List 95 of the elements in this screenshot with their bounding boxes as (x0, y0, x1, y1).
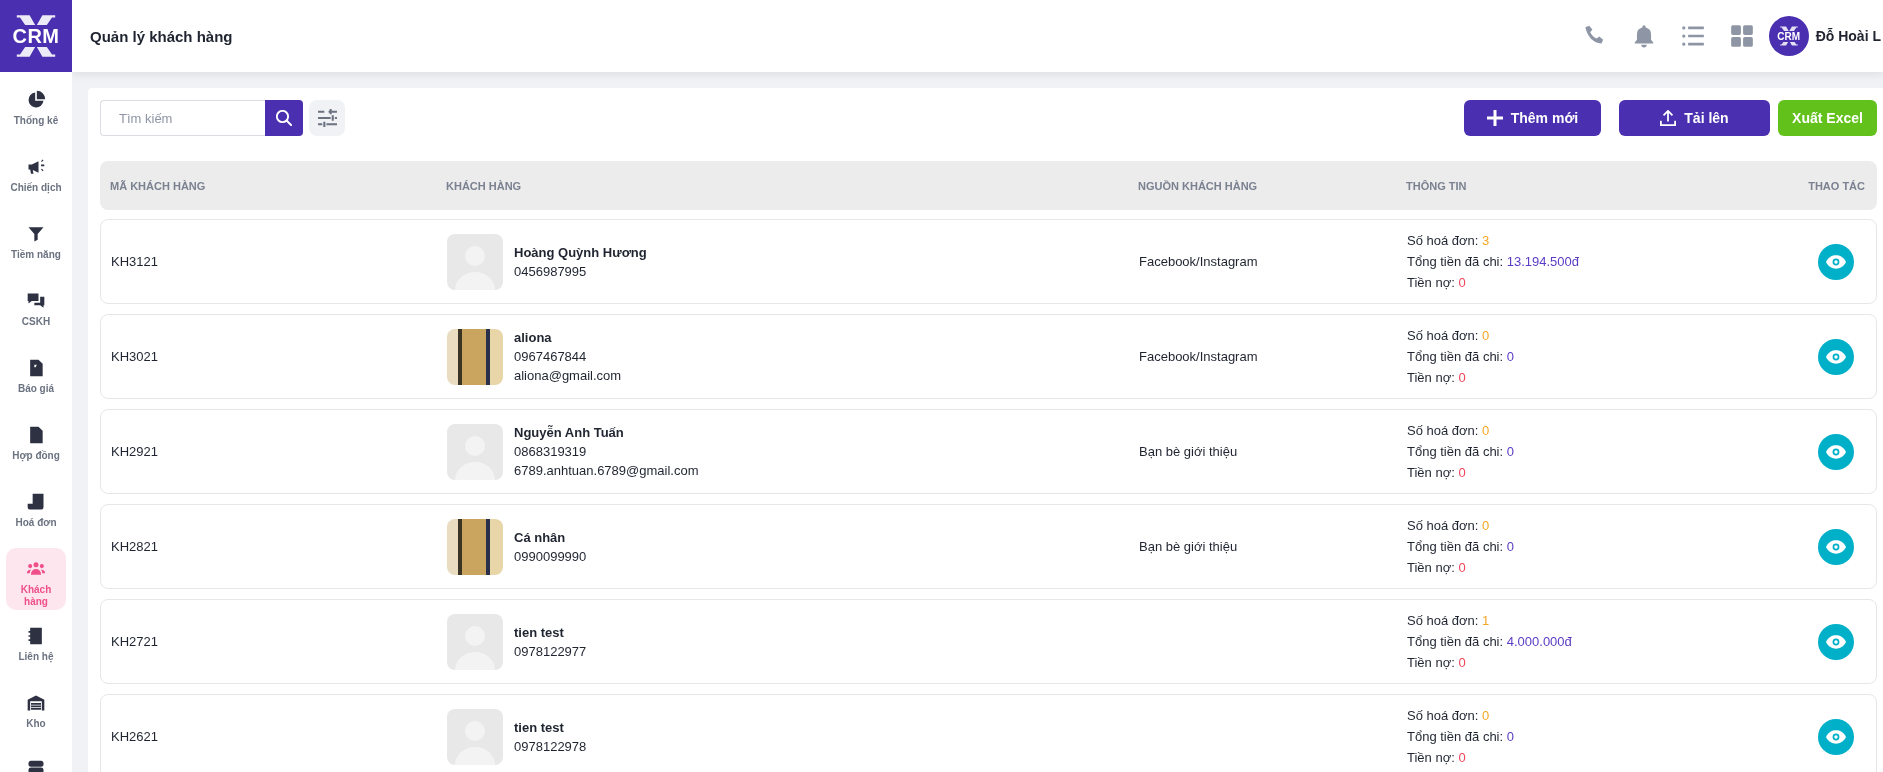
debt-amount: Tiền nợ: 0 (1407, 654, 1467, 672)
customer-phone: 0967467844 (514, 349, 588, 364)
total-spent: Tổng tiền đã chi: 0 (1407, 443, 1515, 461)
invoice-count: Số hoá đơn: 0 (1407, 327, 1491, 345)
eye-icon (1826, 444, 1846, 459)
customer-code: KH2721 (111, 634, 159, 649)
invoice-count: Số hoá đơn: 1 (1407, 612, 1491, 630)
customer-row[interactable]: KH2621 tien test 0978122978 Số hoá đơn: 0 Tổng tiền đã chi: 0 Tiền nợ: 0 (100, 694, 1877, 772)
sliders-icon (317, 108, 337, 128)
invoice-count: Số hoá đơn: 0 (1407, 707, 1491, 725)
user-name[interactable]: Đỗ Hoài L (1815, 28, 1883, 44)
customer-email: 6789.anhtuan.6789@gmail.com (514, 463, 699, 478)
customer-email: aliona@gmail.com (514, 368, 622, 383)
customer-source: Facebook/Instagram (1139, 349, 1258, 364)
customer-phone: 0978122977 (514, 643, 587, 659)
filter-icon (26, 224, 46, 244)
customer-source: Bạn bè giới thiệu (1139, 444, 1238, 459)
invoice-count: Số hoá đơn: 0 (1407, 422, 1491, 440)
debt-amount: Tiền nợ: 0 (1407, 369, 1467, 387)
view-button[interactable] (1818, 433, 1854, 470)
sidebar-item[interactable]: Kho (6, 682, 66, 744)
sidebar-item[interactable]: Hoá đơn (6, 481, 66, 543)
sidebar-item[interactable]: CSKH (6, 280, 66, 342)
view-button[interactable] (1818, 528, 1854, 565)
upload-icon (1660, 110, 1677, 126)
pie-chart-icon (26, 90, 46, 110)
customer-code: KH2821 (111, 539, 159, 554)
view-button[interactable] (1818, 338, 1854, 375)
customer-phone: 0456987995 (514, 263, 588, 279)
customer-code: KH2921 (111, 444, 159, 459)
view-button[interactable] (1818, 718, 1854, 755)
total-spent: Tổng tiền đã chi: 0 (1407, 348, 1515, 366)
sidebar-item[interactable]: Báo giá (6, 347, 66, 409)
column-header: NGUỒN KHÁCH HÀNG (1138, 179, 1259, 192)
debt-amount: Tiền nợ: 0 (1407, 749, 1467, 767)
total-spent: Tổng tiền đã chi: 0 (1407, 728, 1515, 746)
eye-icon (1826, 349, 1846, 364)
column-header: THÔNG TIN (1406, 179, 1468, 192)
customer-name: Cá nhân (514, 529, 567, 545)
sidebar-item[interactable]: Hợp đồng (6, 414, 66, 476)
total-spent: Tổng tiền đã chi: 13.194.500đ (1407, 253, 1581, 271)
list-icon[interactable] (1679, 23, 1706, 49)
eye-icon (1826, 539, 1846, 554)
view-button[interactable] (1818, 623, 1854, 660)
customer-name: Nguyễn Anh Tuấn (514, 425, 625, 440)
debt-amount: Tiền nợ: 0 (1407, 464, 1467, 482)
eye-icon (1826, 254, 1846, 269)
customer-row[interactable]: KH3021 aliona 0967467844 aliona@gmail.com Facebook/Instagram Số hoá đơn: 0 Tổng tiền đã chi: 0 Tiền nợ: 0 (100, 314, 1877, 399)
invoice-count: Số hoá đơn: 3 (1407, 232, 1491, 250)
search-icon (276, 110, 292, 126)
view-button[interactable] (1818, 243, 1854, 280)
user-avatar[interactable]: CRM (1768, 16, 1809, 56)
customer-row[interactable]: KH2721 tien test 0978122977 Số hoá đơn: 1 Tổng tiền đã chi: 4.000.000đ Tiền nợ: 0 (100, 599, 1877, 684)
grid-icon[interactable] (1728, 23, 1755, 49)
eye-icon (1826, 634, 1846, 649)
customer-row[interactable]: KH2821 Cá nhân 0990099990 Bạn bè giới thiệu Số hoá đơn: 0 Tổng tiền đã chi: 0 Tiền nợ: 0 (100, 504, 1877, 589)
upload-button[interactable]: Tải lên (1619, 100, 1770, 136)
customer-name: Hoàng Quỳnh Hương (514, 244, 647, 260)
sidebar-item[interactable]: Chiến dịch (6, 146, 66, 208)
app-logo[interactable]: CRM (0, 0, 72, 72)
search-button[interactable] (265, 100, 303, 136)
search-field[interactable]: Tìm kiếm (100, 100, 265, 136)
customer-source: Bạn bè giới thiệu (1139, 539, 1238, 554)
debt-amount: Tiền nợ: 0 (1407, 274, 1467, 292)
total-spent: Tổng tiền đã chi: 0 (1407, 538, 1515, 556)
customer-name: tien test (514, 719, 565, 735)
customer-phone: 0990099990 (514, 548, 587, 564)
customer-code: KH2621 (111, 729, 159, 744)
chat-icon (26, 291, 46, 311)
filter-settings-button[interactable] (309, 100, 345, 136)
megaphone-icon (26, 157, 46, 177)
add-button[interactable]: Thêm mới (1464, 100, 1601, 136)
customer-code: KH3121 (111, 254, 159, 269)
column-header: THAO TÁC (1807, 179, 1865, 192)
customer-name: aliona (514, 330, 553, 345)
customer-name: tien test (514, 624, 565, 640)
customer-row[interactable]: KH3121 Hoàng Quỳnh Hương 0456987995 Facebook/Instagram Số hoá đơn: 3 Tổng tiền đã chi: 13.194.500đ Tiền nợ: 0 (100, 219, 1877, 304)
customer-phone: 0868319319 (514, 444, 588, 459)
customer-row[interactable]: KH2921 Nguyễn Anh Tuấn 0868319319 6789.anhtuan.6789@gmail.com Bạn bè giới thiệu Số hoá đơn: 0 Tổng tiền đã chi: 0 Tiền nợ: 0 (100, 409, 1877, 494)
column-header: KHÁCH HÀNG (446, 179, 523, 192)
invoice-count: Số hoá đơn: 0 (1407, 517, 1491, 535)
sidebar-item[interactable]: Liên hệ (6, 615, 66, 677)
column-header: MÃ KHÁCH HÀNG (110, 179, 207, 192)
total-spent: Tổng tiền đã chi: 4.000.000đ (1407, 633, 1573, 651)
avatar-text: CRM (1777, 30, 1801, 42)
sidebar-item[interactable]: Tiềm năng (6, 213, 66, 275)
sidebar-item[interactable]: Thống kê (6, 79, 66, 141)
customer-code: KH3021 (111, 349, 159, 364)
warehouse-icon (26, 693, 46, 713)
plus-icon (1486, 110, 1503, 126)
eye-icon (1826, 729, 1846, 744)
customer-phone: 0978122978 (514, 738, 587, 754)
customer-source: Facebook/Instagram (1139, 254, 1258, 269)
debt-amount: Tiền nợ: 0 (1407, 559, 1467, 577)
page-title: Quản lý khách hàng (90, 27, 233, 45)
